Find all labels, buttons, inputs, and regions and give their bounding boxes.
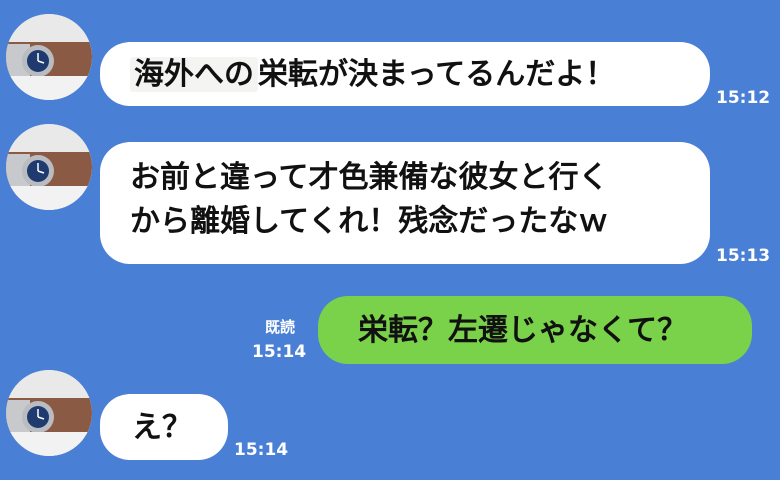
message-timestamp: 15:13 — [716, 246, 771, 266]
sender-avatar[interactable] — [6, 370, 92, 456]
message-text: 栄転が決まってるんだよ！ — [258, 57, 616, 92]
wristwatch-avatar-icon — [6, 370, 92, 456]
message-bubble-incoming[interactable]: お前と違って才色兼備な彼女と行く から離婚してくれ！残念だったなｗ — [100, 142, 710, 264]
message-timestamp: 15:14 — [234, 440, 289, 460]
message-bubble-incoming[interactable]: 海外への 栄転が決まってるんだよ！ — [100, 42, 710, 106]
message-text-highlight: 海外への — [130, 57, 258, 92]
message-timestamp: 15:14 — [252, 342, 307, 362]
sender-avatar[interactable] — [6, 14, 92, 100]
message-bubble-incoming[interactable]: え？ — [100, 394, 228, 460]
message-text: 栄転？左遷じゃなくて？ — [358, 313, 688, 348]
message-timestamp: 15:12 — [716, 88, 771, 108]
read-receipt: 既読 — [265, 318, 296, 336]
message-bubble-outgoing[interactable]: 栄転？左遷じゃなくて？ — [318, 296, 752, 364]
wristwatch-avatar-icon — [6, 14, 92, 100]
message-text-line: から離婚してくれ！残念だったなｗ — [130, 204, 609, 239]
sender-avatar[interactable] — [6, 124, 92, 210]
wristwatch-avatar-icon — [6, 124, 92, 210]
message-text: え？ — [132, 410, 192, 445]
message-text-line: お前と違って才色兼備な彼女と行く — [130, 160, 609, 195]
